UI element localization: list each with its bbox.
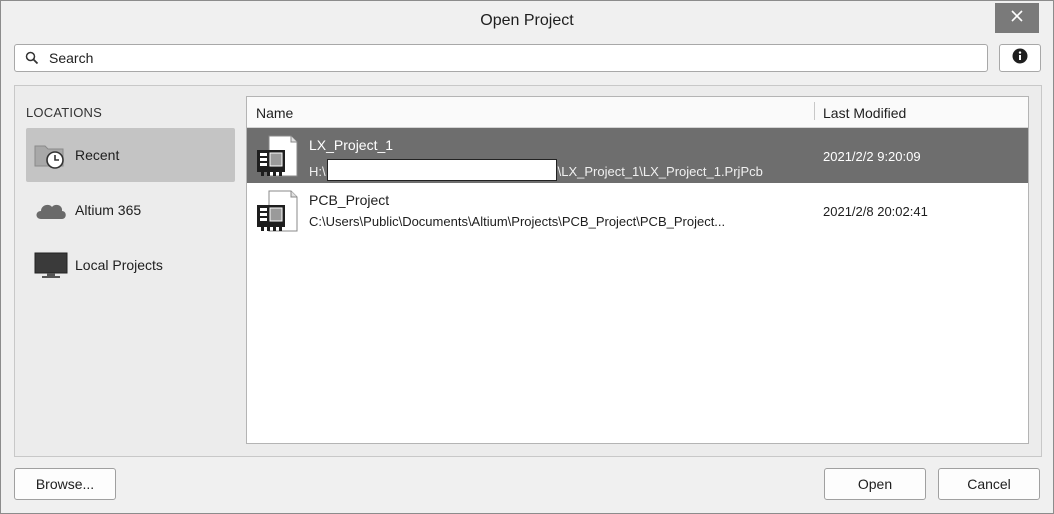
search-box[interactable]: [14, 44, 988, 72]
monitor-icon: [33, 250, 69, 280]
file-row-lx-project-1[interactable]: LX_Project_1 H:\ \LX_Project_1\LX_Project…: [247, 128, 1028, 183]
cancel-button[interactable]: Cancel: [938, 468, 1040, 500]
location-recent-label: Recent: [75, 147, 120, 163]
info-icon: [1012, 48, 1028, 69]
close-button[interactable]: [995, 3, 1039, 33]
location-altium-365-label: Altium 365: [75, 202, 142, 218]
location-local-projects-label: Local Projects: [75, 257, 163, 273]
pcb-project-file-icon: [255, 134, 299, 178]
main-panel: LOCATIONS Recent Altium 365 Local Projec…: [14, 85, 1042, 457]
file-list: Name Last Modified LX_Project_1 H:\ \LX_…: [246, 96, 1029, 444]
column-header-last-modified[interactable]: Last Modified: [823, 105, 906, 121]
list-header: Name Last Modified: [247, 97, 1028, 128]
location-altium-365[interactable]: Altium 365: [26, 183, 235, 237]
title-bar: Open Project: [1, 1, 1053, 41]
file-name: LX_Project_1: [309, 137, 394, 153]
redaction-box: [326, 159, 557, 181]
close-icon: [1010, 9, 1024, 28]
file-last-modified: 2021/2/2 9:20:09: [823, 149, 921, 164]
cloud-icon: [33, 195, 69, 225]
pcb-project-file-icon: [255, 189, 299, 233]
location-recent[interactable]: Recent: [26, 128, 235, 182]
search-icon: [25, 50, 41, 66]
location-local-projects[interactable]: Local Projects: [26, 238, 235, 292]
column-header-name[interactable]: Name: [256, 105, 293, 121]
column-divider[interactable]: [814, 102, 815, 120]
locations-header: LOCATIONS: [26, 105, 102, 120]
dialog-title: Open Project: [480, 12, 574, 29]
search-input[interactable]: [47, 49, 951, 67]
file-row-pcb-project[interactable]: PCB_Project C:\Users\Public\Documents\Al…: [247, 183, 1028, 238]
file-path-prefix: H:\: [309, 164, 326, 179]
recent-folder-clock-icon: [33, 140, 69, 170]
info-button[interactable]: [999, 44, 1041, 72]
open-button[interactable]: Open: [824, 468, 926, 500]
browse-button[interactable]: Browse...: [14, 468, 116, 500]
file-path: H:\ \LX_Project_1\LX_Project_1.PrjPcb: [309, 159, 763, 181]
file-path-suffix: \LX_Project_1\LX_Project_1.PrjPcb: [557, 164, 763, 179]
file-name: PCB_Project: [309, 192, 390, 208]
open-project-dialog: Open Project LOCATIONS: [0, 0, 1054, 514]
file-path: C:\Users\Public\Documents\Altium\Project…: [309, 214, 726, 229]
file-last-modified: 2021/2/8 20:02:41: [823, 204, 928, 219]
